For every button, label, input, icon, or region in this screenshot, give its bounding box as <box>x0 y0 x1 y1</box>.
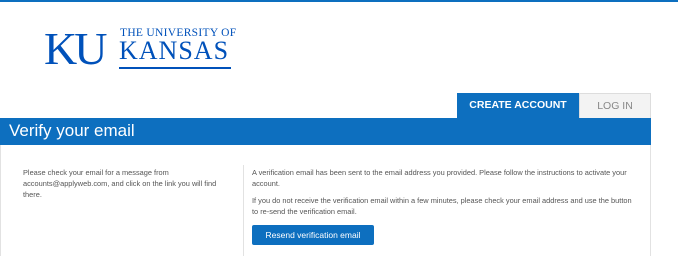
column-divider <box>243 165 244 256</box>
content-panel: Please check your email for a message fr… <box>0 145 651 256</box>
tab-log-in[interactable]: LOG IN <box>579 93 651 118</box>
verification-info: A verification email has been sent to th… <box>252 167 637 223</box>
university-logo[interactable]: KU THE UNIVERSITY OF KANSAS <box>44 22 244 74</box>
tab-create-account[interactable]: CREATE ACCOUNT <box>457 93 579 118</box>
account-tabs: CREATE ACCOUNT LOG IN <box>457 93 651 118</box>
top-rule <box>0 0 678 2</box>
logo-monogram: KU <box>44 23 107 74</box>
resend-hint-text: If you do not receive the verification e… <box>252 196 632 216</box>
title-bar: Verify your email <box>0 118 651 145</box>
instructions-text: Please check your email for a message fr… <box>23 168 217 199</box>
logo-underline <box>119 67 231 69</box>
resend-verification-button[interactable]: Resend verification email <box>252 225 374 245</box>
verification-sent-text: A verification email has been sent to th… <box>252 168 627 188</box>
logo-line2: KANSAS <box>119 36 230 65</box>
page-title: Verify your email <box>9 121 135 140</box>
